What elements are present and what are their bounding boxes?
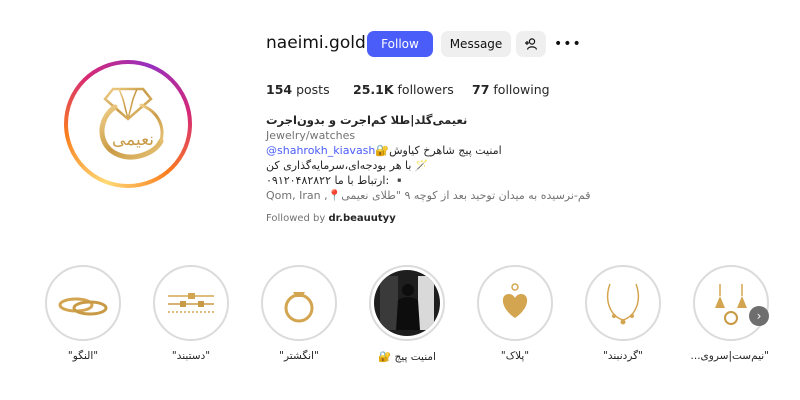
followers-count: 25.1K <box>353 82 394 97</box>
followers-stat[interactable]: 25.1K followers <box>353 82 454 97</box>
highlight-page-security[interactable]: امنیت پیج 🔐 <box>369 265 445 363</box>
bio-line3: ۰۹۱۲۰۴۸۲۸۲۲ ارتباط با ما: ▪️ <box>266 174 407 187</box>
follow-button[interactable]: Follow <box>367 31 433 57</box>
profile-avatar[interactable]: نعیمی <box>64 60 192 188</box>
profile-category: Jewelry/watches <box>266 129 356 142</box>
bracelets-icon <box>168 293 214 313</box>
following-label: following <box>493 82 550 97</box>
highlight-label: "گردنبند" <box>603 350 643 362</box>
highlight-label: "نیم‌ست|سروی... <box>690 350 769 362</box>
followed-by: Followed by dr.beauutyy <box>266 211 396 226</box>
posts-stat: 154 posts <box>266 82 330 97</box>
message-button[interactable]: Message <box>441 31 511 57</box>
chevron-right-icon[interactable]: › <box>749 306 769 326</box>
bio-line-mention: @shahrokh_kiavash🔐امنیت پیج شاهرخ کیاوش <box>266 143 502 158</box>
mention-link[interactable]: @shahrokh_kiavash <box>266 144 375 157</box>
necklace-icon <box>606 283 640 325</box>
highlight-label: امنیت پیج 🔐 <box>378 351 436 363</box>
more-options-icon[interactable]: ••• <box>554 36 582 52</box>
following-stat[interactable]: 77 following <box>472 82 550 97</box>
avatar-logo-text: نعیمی <box>112 130 154 150</box>
highlight-label: "پلاک" <box>500 350 530 362</box>
person-photo-icon <box>380 276 434 330</box>
bio-line1-text: 🔐امنیت پیج شاهرخ کیاوش <box>375 144 502 157</box>
heart-pendant-icon <box>502 283 528 318</box>
posts-label: posts <box>296 82 330 97</box>
highlight-label: "انگشتر" <box>279 350 319 362</box>
followed-by-user[interactable]: dr.beauutyy <box>329 213 396 224</box>
avatar-border: نعیمی <box>68 64 188 184</box>
add-user-icon <box>525 38 538 50</box>
highlight-label: "النگو" <box>67 350 99 362</box>
bio-line2: با هر بودجه‌ای،سرمایه‌گذاری کن 🪄 <box>266 159 429 172</box>
highlight-bangles[interactable]: "النگو" <box>45 265 121 362</box>
followed-by-prefix: Followed by <box>266 213 326 224</box>
following-count: 77 <box>472 82 490 97</box>
posts-count: 154 <box>266 82 293 97</box>
suggested-users-button[interactable] <box>516 31 546 57</box>
username: naeimi.gold <box>266 33 366 53</box>
highlight-pendants[interactable]: "پلاک" <box>477 265 553 362</box>
profile-address[interactable]: Qom, Iran ,📍قم-نرسیده به میدان توحید بعد… <box>266 188 590 203</box>
profile-name: نعیمی‌گلد|طلا کم‌اجرت و بدون‌اجرت <box>266 113 468 127</box>
naeimi-gold-logo: نعیمی <box>71 67 185 181</box>
ring-icon <box>284 292 314 323</box>
highlight-necklaces[interactable]: "گردنبند" <box>585 265 661 362</box>
followers-label: followers <box>397 82 454 97</box>
bangles-icon <box>58 297 108 316</box>
highlight-bracelets[interactable]: "دستبند" <box>153 265 229 362</box>
highlight-label: "دستبند" <box>171 350 211 362</box>
highlight-rings[interactable]: "انگشتر" <box>261 265 337 362</box>
earrings-set-icon <box>715 284 747 325</box>
